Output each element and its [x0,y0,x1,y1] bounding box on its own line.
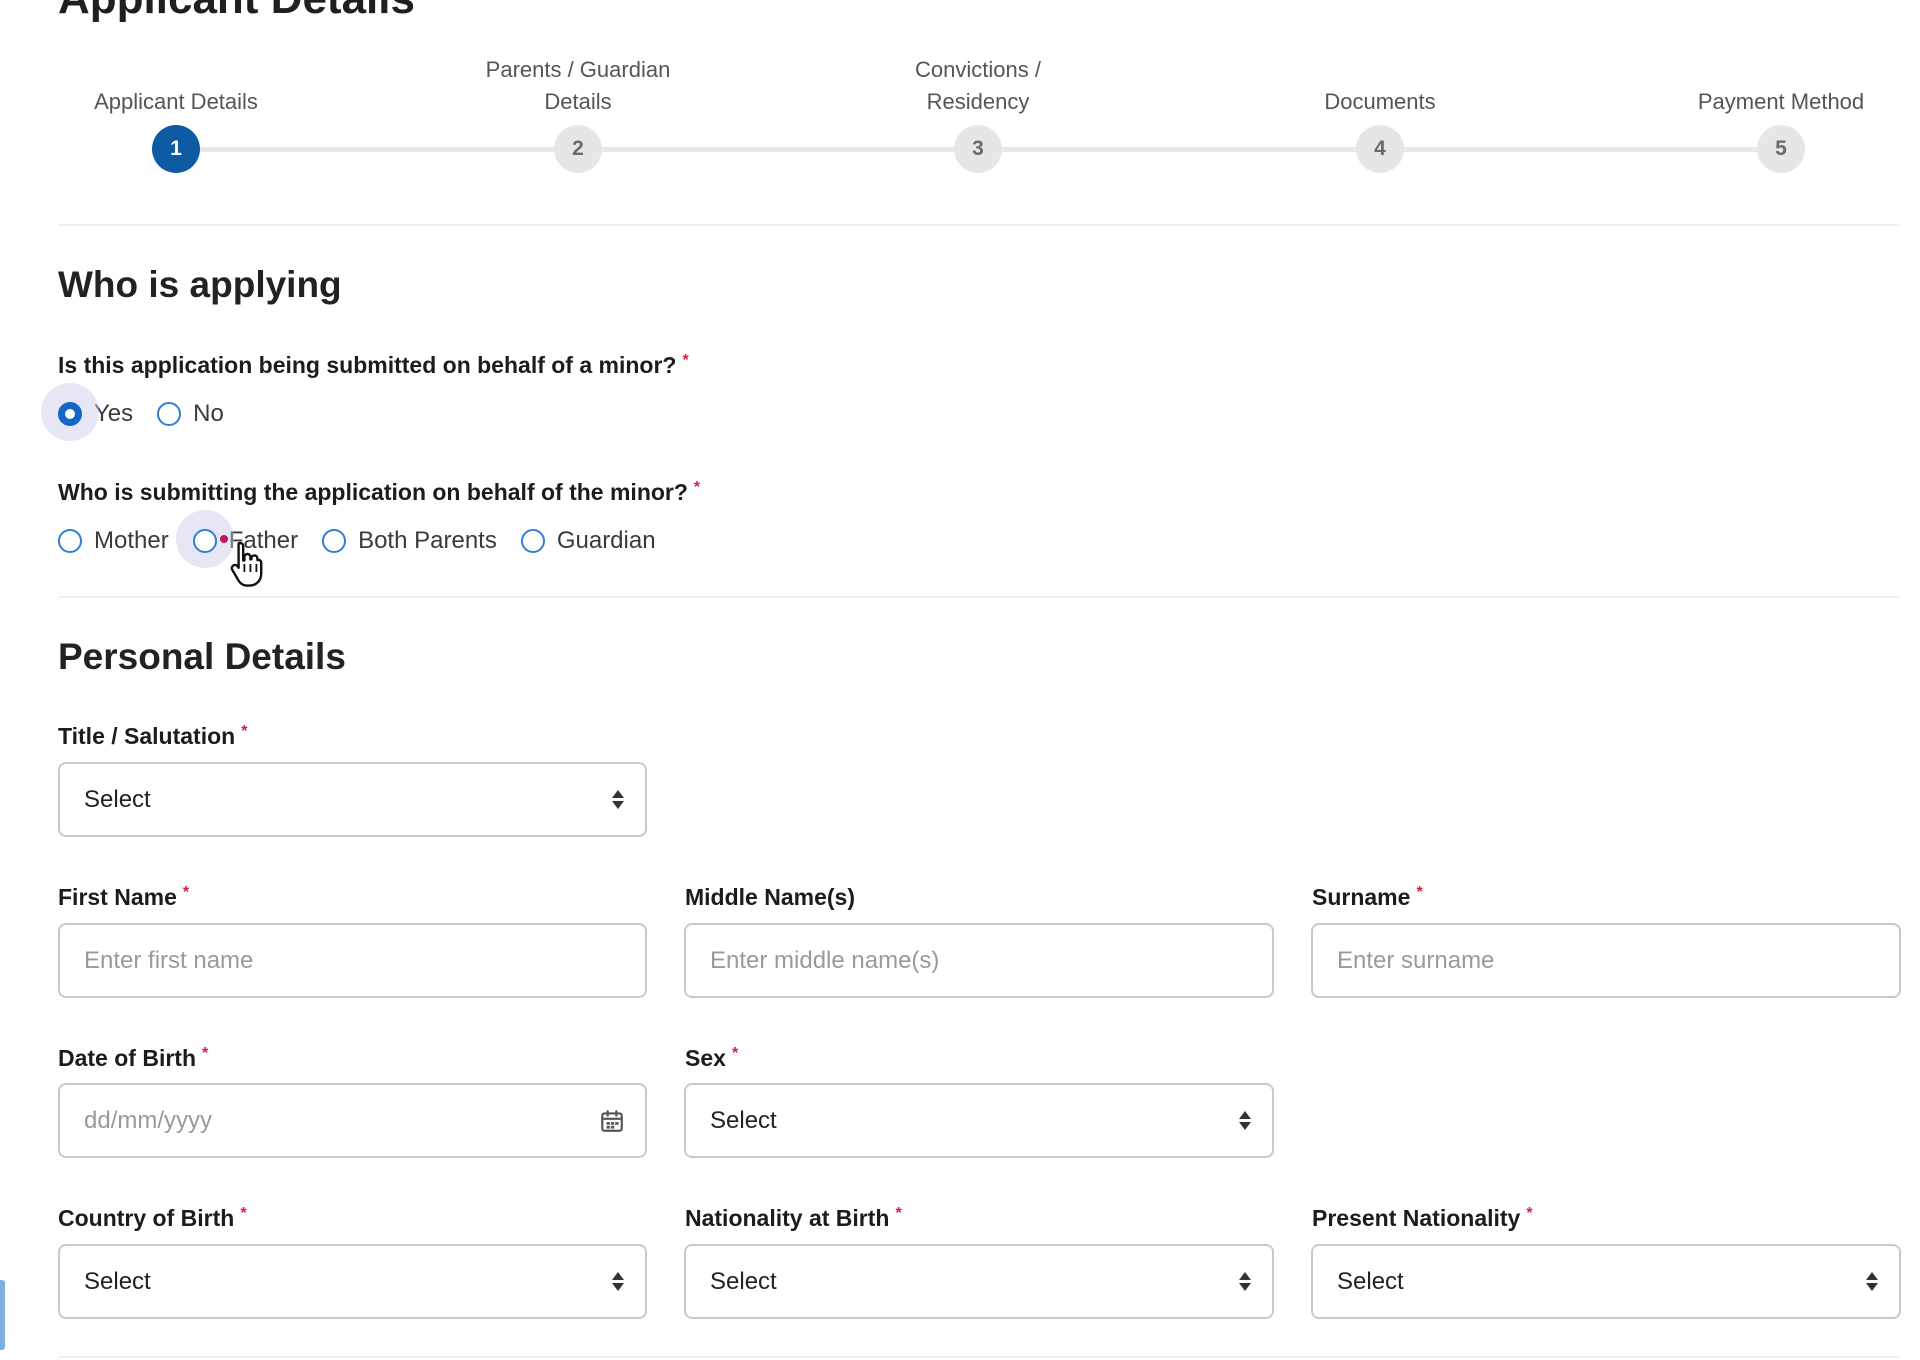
submitter-option-both-parents[interactable]: Both Parents [322,527,497,555]
section-divider [58,224,1900,226]
date-of-birth-label: Date of Birth * [58,1045,208,1072]
step-label: Parents / Guardian Details [448,54,708,118]
step-label: Documents [1324,89,1436,114]
required-marker: * [731,1045,739,1062]
select-value: Select [84,785,151,813]
calendar-icon[interactable] [599,1108,625,1134]
step-number[interactable]: 5 [1757,125,1805,173]
minor-option-yes[interactable]: Yes [41,383,134,441]
minor-question-label: Is this application being submitted on b… [58,352,689,379]
select-value: Select [710,1106,777,1134]
radio-unchecked-icon[interactable] [58,529,82,553]
radio-label: Mother [94,527,169,554]
submitter-question-text: Who is submitting the application on beh… [58,479,688,505]
select-arrows-icon [1238,1270,1252,1294]
select-arrows-icon [1865,1270,1879,1294]
who-is-applying-heading: Who is applying [58,264,342,305]
sex-label: Sex * [685,1045,738,1072]
present-nationality-label: Present Nationality * [1312,1205,1533,1232]
step-label-line1: Parents / Guardian [485,57,671,82]
label-text: Nationality at Birth [685,1205,890,1231]
progress-stepper: Applicant Details 1 Parents / Guardian D… [0,0,1920,200]
submitter-option-guardian[interactable]: Guardian [520,527,656,555]
nationality-at-birth-select[interactable]: Select [684,1244,1274,1319]
radio-label: No [193,400,224,427]
radio-unchecked-icon[interactable] [157,402,182,426]
radio-label: Yes [94,400,134,427]
step-number[interactable]: 2 [554,125,602,173]
required-marker: * [182,884,190,901]
radio-label: Both Parents [358,527,497,554]
step-label: Convictions / Residency [848,54,1108,118]
radio-checked-icon[interactable] [58,402,82,426]
required-marker: * [1526,1205,1533,1222]
title-salutation-label: Title / Salutation * [58,723,247,750]
section-divider [58,596,1900,598]
label-text: Title / Salutation [58,723,236,749]
country-of-birth-label: Country of Birth * [58,1205,247,1232]
title-salutation-select[interactable]: Select [58,762,647,837]
step-number[interactable]: 4 [1356,125,1404,173]
select-value: Select [84,1267,151,1295]
required-marker: * [895,1205,902,1222]
label-text: First Name [58,884,177,910]
radio-label: Guardian [556,527,656,554]
submitter-radio-group: Mother Father Both Parents Guardian [58,510,680,568]
select-arrows-icon [611,1270,625,1294]
nationality-at-birth-label: Nationality at Birth * [685,1205,902,1232]
first-name-label: First Name * [58,884,189,911]
personal-details-heading: Personal Details [58,636,346,677]
step-label-line1: Convictions / [915,57,1041,82]
section-divider [58,1356,1900,1358]
required-marker: * [240,1205,247,1222]
submitter-option-father[interactable]: Father [175,510,299,568]
label-text: Middle Name(s) [685,884,855,910]
label-text: Date of Birth [58,1045,196,1071]
label-text: Present Nationality [1312,1205,1521,1231]
step-number[interactable]: 1 [152,125,200,173]
radio-unchecked-icon[interactable] [322,529,347,553]
middle-name-label: Middle Name(s) [685,884,855,911]
middle-name-field[interactable] [684,923,1274,998]
required-marker: * [693,479,701,496]
first-name-input[interactable] [84,946,625,975]
step-number[interactable]: 3 [954,125,1002,173]
surname-field[interactable] [1311,923,1901,998]
country-of-birth-select[interactable]: Select [58,1244,647,1319]
date-of-birth-input[interactable] [84,1106,599,1135]
step-label: Applicant Details [94,89,258,114]
label-text: Surname [1312,884,1411,910]
middle-name-input[interactable] [710,946,1252,975]
select-arrows-icon [611,788,625,812]
required-marker: * [1416,884,1423,901]
radio-unchecked-icon[interactable] [520,529,545,553]
label-text: Sex [685,1045,726,1071]
submitter-question-label: Who is submitting the application on beh… [58,479,700,506]
select-arrows-icon [1238,1109,1252,1133]
radio-label: Father [228,527,299,554]
select-value: Select [1337,1267,1404,1295]
step-label: Payment Method [1697,89,1865,114]
select-value: Select [710,1267,777,1295]
surname-label: Surname * [1312,884,1423,911]
date-of-birth-field[interactable] [58,1083,647,1158]
surname-input[interactable] [1337,946,1879,975]
side-panel-handle[interactable] [0,1280,5,1350]
minor-question-text: Is this application being submitted on b… [58,352,677,378]
minor-radio-group: Yes No [41,383,248,441]
required-marker: * [241,723,248,740]
required-marker: * [202,1045,209,1062]
present-nationality-select[interactable]: Select [1311,1244,1901,1319]
radio-unchecked-icon[interactable] [192,529,228,553]
sex-select[interactable]: Select [684,1083,1274,1158]
label-text: Country of Birth [58,1205,235,1231]
step-label-line2: Details [544,89,612,114]
submitter-option-mother[interactable]: Mother [58,527,169,555]
first-name-field[interactable] [58,923,647,998]
minor-option-no[interactable]: No [157,400,224,428]
step-label-line2: Residency [926,89,1030,114]
required-marker: * [682,352,689,369]
